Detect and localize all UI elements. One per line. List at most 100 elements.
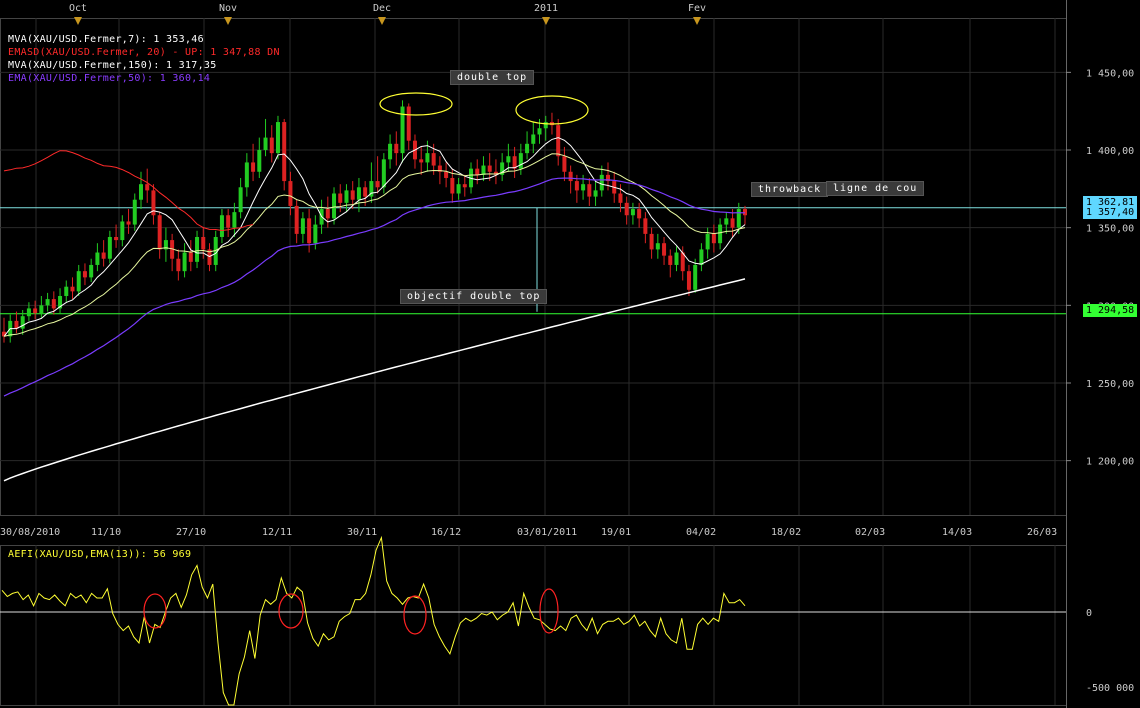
candle-body [724,218,729,225]
x-tick-label: 27/10 [176,527,206,538]
candle-body [630,209,635,216]
candle-body [624,202,629,216]
candle-body [574,181,579,191]
candle-body [132,199,137,225]
candle-body [599,174,604,191]
candle-body [406,106,411,141]
candle-body [730,218,735,228]
candle-body [307,218,312,244]
candle-body [637,209,642,219]
candle-body [587,184,592,197]
double-top-ellipse [379,92,453,116]
candle-body [693,264,698,290]
candle-body [525,143,530,154]
month-marker-icon [74,17,82,25]
candle-body [157,215,162,250]
candle-body [313,224,318,244]
candle-body [668,255,673,265]
candle-body [26,308,31,317]
candle-body [686,271,691,290]
candle-body [481,165,486,175]
candle-body [325,209,330,219]
candle-body [375,181,380,188]
main-panel-frame [0,18,1067,516]
candle-body [425,153,430,163]
candle-body [543,122,548,129]
candle-body [332,193,337,219]
x-tick-label: 02/03 [855,527,885,538]
candle-body [39,305,44,314]
candle-body [506,156,511,163]
candle-body [350,190,355,200]
candle-body [114,236,119,241]
cross-circle [539,588,559,634]
candle-body [705,233,710,250]
candle-body [456,184,461,194]
cross-circle [143,593,167,629]
annotation-double-top-target: objectif double top [400,289,548,304]
sub-y-label: 0 [1086,608,1092,619]
x-tick-label: 16/12 [431,527,461,538]
x-tick-label: 11/10 [91,527,121,538]
candle-body [718,224,723,244]
candle-body [89,264,94,278]
candle-body [138,184,143,200]
y-tick-label: 1 450,00 [1086,68,1134,79]
candle-body [444,171,449,178]
annotation-double-top: double top [450,70,535,85]
candle-body [300,218,305,234]
candle-body [475,168,480,175]
candle-body [201,236,206,250]
x-tick-label: 26/03 [1027,527,1057,538]
month-marker-icon [542,17,550,25]
indicator-emasd20: EMASD(XAU/USD.Fermer, 20) - UP: 1 347,88… [8,47,280,58]
sub-panel-label: AEFI(XAU/USD,EMA(13)): 56 969 [8,549,192,560]
price-tag-target: 1 294,58 [1083,304,1138,317]
indicator-mva7: MVA(XAU/USD.Fermer,7): 1 353,46 [8,34,204,45]
candle-body [101,252,106,259]
candle-body [537,128,542,135]
y-tick-label: 1 250,00 [1086,379,1134,390]
candle-body [568,171,573,182]
candle-body [64,286,69,297]
candle-body [556,125,561,157]
candle-body [45,299,50,306]
month-marker-icon [693,17,701,25]
candle-body [562,156,567,172]
candle-body [232,212,237,228]
indicator-ema50: EMA(XAU/USD.Fermer,50): 1 360,14 [8,73,211,84]
candle-body [126,221,131,225]
candle-body [450,177,455,194]
candle-body [581,184,586,191]
candle-body [655,243,660,250]
candle-body [487,165,492,172]
candle-body [257,150,262,172]
month-label: 2011 [534,3,558,14]
candle-body [743,209,747,216]
candle-body [219,215,224,237]
chart-stage: 1 450,001 400,001 350,001 300,001 250,00… [0,0,1140,708]
candle-body [51,299,56,309]
candle-body [662,243,667,256]
candle-body [95,252,100,265]
candle-body [288,181,293,206]
candle-body [33,308,38,314]
x-tick-label: 30/11 [347,527,377,538]
candle-body [244,162,249,188]
x-tick-label: 03/01/2011 [517,527,577,538]
candle-body [82,271,87,278]
y-tick-label: 1 200,00 [1086,457,1134,468]
price-tag-last: 1 357,40 [1083,206,1138,219]
y-tick-label: 1 400,00 [1086,146,1134,157]
candle-body [531,134,536,144]
sub-y-label: -500 000 [1086,683,1134,694]
annotation-throwback: throwback [751,182,829,197]
candle-body [107,236,112,259]
candle-body [699,249,704,265]
candle-body [344,190,349,203]
x-tick-label: 30/08/2010 [0,527,60,538]
aefi-line [1,535,746,706]
annotation-neckline: ligne de cou [826,181,925,196]
candle-body [388,143,393,160]
candle-body [356,187,361,200]
